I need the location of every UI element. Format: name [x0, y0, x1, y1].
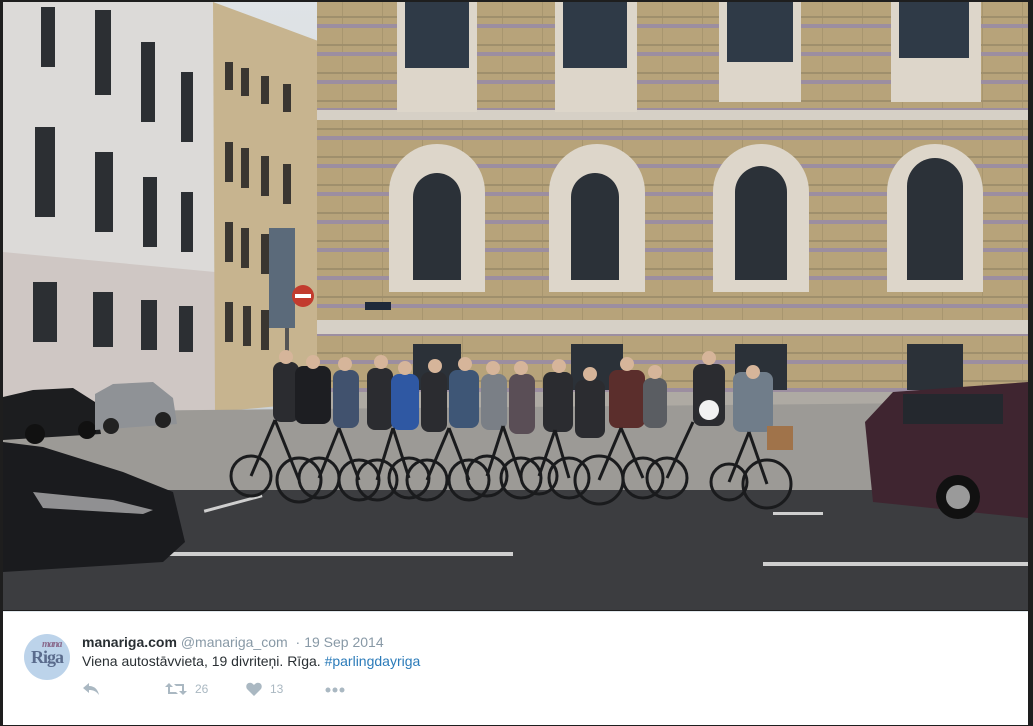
like-count: 13: [270, 682, 284, 696]
photo-illustration: [3, 2, 1028, 610]
tweet-actions: 26 13: [82, 682, 382, 702]
street-sign: [365, 302, 391, 310]
like-button[interactable]: 13: [246, 682, 283, 696]
header-separator: ·: [295, 634, 301, 650]
handle[interactable]: @manariga_com: [181, 634, 288, 650]
avatar[interactable]: mana Riga: [24, 634, 70, 680]
heart-icon: [246, 682, 262, 696]
more-button[interactable]: [325, 687, 345, 693]
avatar-logo-main: Riga: [31, 646, 64, 667]
reply-icon: [83, 683, 99, 695]
retweet-count: 26: [195, 682, 209, 696]
tweet-body: Viena autostāvvieta, 19 divriteņi. Rīga.: [82, 653, 325, 669]
tweet-photo[interactable]: [3, 2, 1028, 610]
avatar-logo: mana Riga: [31, 639, 64, 668]
hashtag-link[interactable]: #parlingdayriga: [325, 653, 421, 669]
tweet-date[interactable]: 19 Sep 2014: [304, 634, 383, 650]
tweet-text: Viena autostāvvieta, 19 divriteņi. Rīga.…: [82, 653, 420, 669]
reply-button[interactable]: [82, 682, 100, 696]
more-icon: [325, 687, 345, 693]
avatar-logo-sub: mana: [42, 638, 62, 650]
display-name[interactable]: manariga.com: [82, 634, 177, 650]
retweet-icon: [165, 683, 187, 695]
tweet-header: manariga.com @manariga_com · 19 Sep 2014: [82, 634, 384, 650]
tweet-card: mana Riga manariga.com @manariga_com · 19 …: [3, 611, 1028, 725]
tweet-frame: mana Riga manariga.com @manariga_com · 19 …: [0, 0, 1033, 726]
retweet-button[interactable]: 26: [165, 682, 208, 696]
